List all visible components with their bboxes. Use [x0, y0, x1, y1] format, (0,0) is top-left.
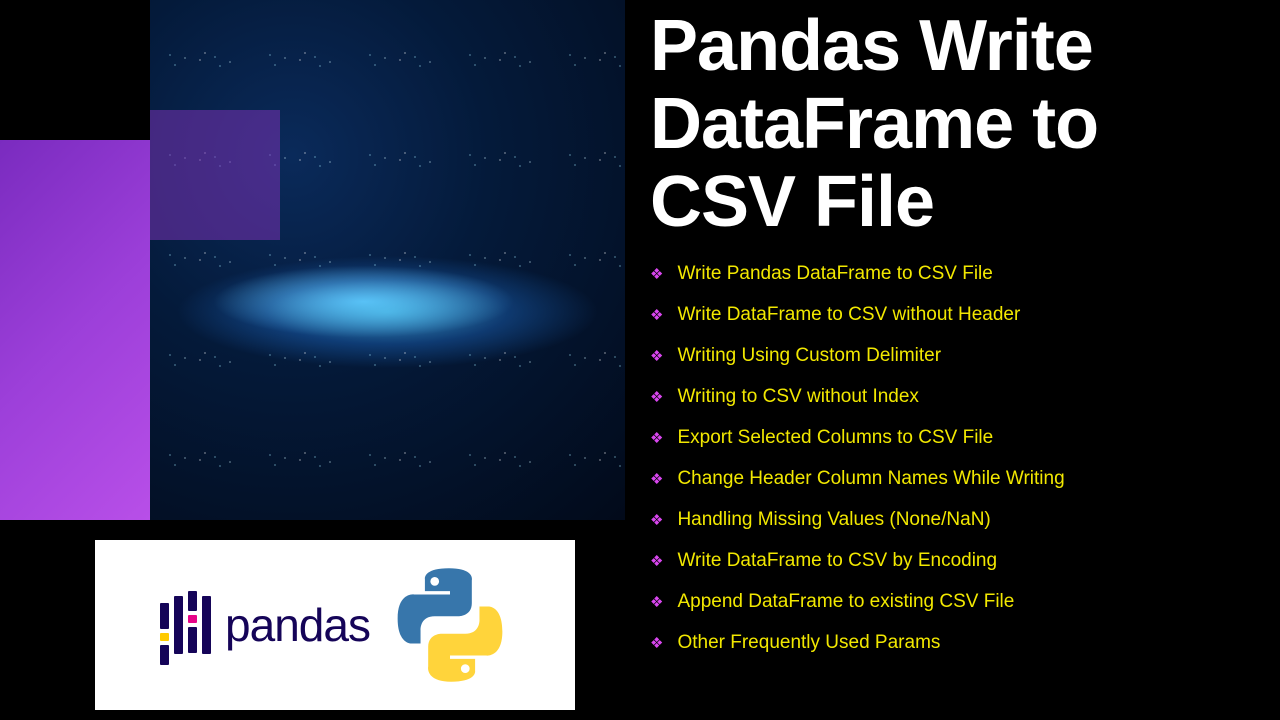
bullet-text: Change Header Column Names While Writing — [677, 468, 1064, 490]
pandas-wordmark: pandas — [225, 598, 370, 652]
list-item: ❖ Write DataFrame to CSV by Encoding — [650, 550, 1260, 572]
slide-title: Pandas Write DataFrame to CSV File — [650, 8, 1260, 241]
diamond-bullet-icon: ❖ — [650, 306, 663, 324]
diamond-bullet-icon: ❖ — [650, 429, 663, 447]
bullet-text: Handling Missing Values (None/NaN) — [677, 509, 990, 531]
list-item: ❖ Handling Missing Values (None/NaN) — [650, 509, 1260, 531]
bullet-text: Write DataFrame to CSV by Encoding — [677, 550, 997, 572]
bullet-list: ❖ Write Pandas DataFrame to CSV File ❖ Wri… — [650, 263, 1260, 654]
diamond-bullet-icon: ❖ — [650, 593, 663, 611]
diamond-bullet-icon: ❖ — [650, 347, 663, 365]
list-item: ❖ Export Selected Columns to CSV File — [650, 427, 1260, 449]
diamond-bullet-icon: ❖ — [650, 265, 663, 283]
diamond-bullet-icon: ❖ — [650, 388, 663, 406]
diamond-bullet-icon: ❖ — [650, 552, 663, 570]
decorative-left-panel: pandas — [0, 0, 625, 720]
blue-wave-background — [150, 0, 625, 520]
bullet-text: Write DataFrame to CSV without Header — [677, 304, 1020, 326]
list-item: ❖ Append DataFrame to existing CSV File — [650, 591, 1260, 613]
content-panel: Pandas Write DataFrame to CSV File ❖ Writ… — [640, 0, 1280, 720]
diamond-bullet-icon: ❖ — [650, 470, 663, 488]
bullet-text: Append DataFrame to existing CSV File — [677, 591, 1014, 613]
list-item: ❖ Write Pandas DataFrame to CSV File — [650, 263, 1260, 285]
bullet-text: Writing Using Custom Delimiter — [677, 345, 941, 367]
list-item: ❖ Writing to CSV without Index — [650, 386, 1260, 408]
diamond-bullet-icon: ❖ — [650, 511, 663, 529]
bullet-text: Writing to CSV without Index — [677, 386, 918, 408]
list-item: ❖ Other Frequently Used Params — [650, 632, 1260, 654]
pandas-bars-icon — [160, 586, 211, 664]
python-logo-icon — [390, 565, 510, 685]
logo-container: pandas — [95, 540, 575, 710]
purple-block — [0, 140, 150, 520]
bullet-text: Export Selected Columns to CSV File — [677, 427, 993, 449]
diamond-bullet-icon: ❖ — [650, 634, 663, 652]
list-item: ❖ Write DataFrame to CSV without Header — [650, 304, 1260, 326]
bullet-text: Other Frequently Used Params — [677, 632, 940, 654]
pandas-logo: pandas — [160, 586, 370, 664]
sparkle-overlay — [150, 0, 625, 520]
bullet-text: Write Pandas DataFrame to CSV File — [677, 263, 992, 285]
list-item: ❖ Change Header Column Names While Writin… — [650, 468, 1260, 490]
list-item: ❖ Writing Using Custom Delimiter — [650, 345, 1260, 367]
purple-overlay-square — [150, 110, 280, 240]
